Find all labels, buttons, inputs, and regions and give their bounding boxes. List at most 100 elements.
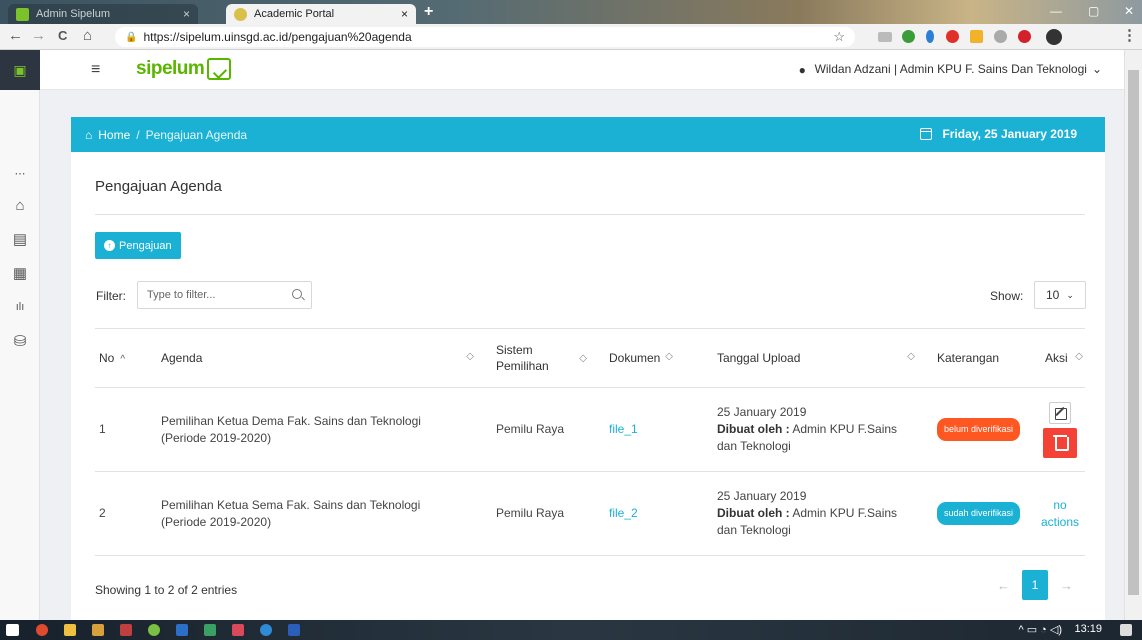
academic-favicon-icon: [234, 7, 247, 21]
more-icon[interactable]: ⋯: [11, 164, 29, 182]
brand-icon[interactable]: ▣: [0, 50, 40, 90]
chart-icon[interactable]: ılı: [11, 298, 29, 316]
app-icon[interactable]: [120, 624, 132, 636]
document-link[interactable]: file_1: [609, 422, 638, 436]
agenda-table: No ^ Agenda ◇ Sistem Pemilihan ◇ Dokumen ◇ T…: [95, 328, 1085, 556]
page-1-button[interactable]: 1: [1022, 570, 1048, 600]
minimize-button[interactable]: —: [1050, 4, 1062, 18]
app-icon[interactable]: [204, 624, 216, 636]
clipboard-icon[interactable]: ▤: [11, 230, 29, 248]
tab-close-icon[interactable]: ×: [183, 7, 190, 21]
user-menu[interactable]: ● Wildan Adzani | Admin KPU F. Sains Dan…: [799, 62, 1102, 77]
windows-start-icon[interactable]: [6, 624, 19, 636]
tab-close-icon[interactable]: ×: [401, 7, 408, 21]
maximize-button[interactable]: ▢: [1088, 4, 1099, 18]
filter-input[interactable]: [137, 281, 312, 309]
vertical-scrollbar[interactable]: [1124, 50, 1142, 620]
photoshop-icon[interactable]: [176, 624, 188, 636]
column-header-keterangan: Katerangan: [923, 328, 1035, 388]
filter-label: Filter:: [96, 289, 126, 303]
table-row: 2 Pemilihan Ketua Sema Fak. Sains dan Te…: [95, 471, 1085, 556]
cell-tanggal: 25 January 2019 Dibuat oleh : Admin KPU …: [703, 471, 923, 556]
cell-agenda: Pemilihan Ketua Dema Fak. Sains dan Tekn…: [147, 387, 482, 472]
column-header-sistem[interactable]: Sistem Pemilihan ◇: [482, 328, 595, 388]
date-text: Friday, 25 January 2019: [942, 127, 1077, 141]
taskbar: ^ ▭ ◔ ◁) 13:19: [0, 620, 1142, 640]
bookmark-star-icon[interactable]: ☆: [833, 29, 845, 45]
page-title: Pengajuan Agenda: [95, 178, 222, 195]
cell-aksi: [1035, 387, 1085, 472]
breadcrumb-home[interactable]: Home: [98, 128, 130, 142]
header-label: No: [99, 351, 115, 365]
edit-button[interactable]: [1049, 401, 1071, 424]
column-header-no[interactable]: No ^: [95, 328, 147, 388]
clock[interactable]: 13:19: [1074, 623, 1102, 635]
extension-icon[interactable]: [926, 30, 934, 43]
table-header-row: No ^ Agenda ◇ Sistem Pemilihan ◇ Dokumen ◇ T…: [95, 328, 1085, 388]
chevron-down-icon: ⌄: [1066, 289, 1074, 300]
cell-dokumen: file_1: [595, 387, 703, 472]
calendar-icon[interactable]: ▦: [11, 264, 29, 282]
delete-button[interactable]: [1043, 427, 1077, 458]
app-logo[interactable]: sipelum: [136, 58, 232, 80]
forward-button[interactable]: →: [31, 28, 46, 44]
word-icon[interactable]: [288, 624, 300, 636]
chrome-icon[interactable]: [36, 624, 48, 636]
notification-icon[interactable]: [1120, 624, 1132, 636]
close-window-button[interactable]: ✕: [1124, 4, 1134, 18]
adblock-icon[interactable]: [946, 30, 959, 43]
browser-menu-icon[interactable]: ⋮: [1122, 28, 1137, 44]
table-row: 1 Pemilihan Ketua Dema Fak. Sains dan Te…: [95, 387, 1085, 472]
cell-keterangan: sudah diverifikasi: [923, 471, 1035, 556]
new-tab-button[interactable]: +: [424, 3, 433, 21]
tab-admin-sipelum[interactable]: Admin Sipelum ×: [8, 4, 198, 24]
column-header-tanggal[interactable]: Tanggal Upload ◇: [703, 328, 923, 388]
extension-icon[interactable]: [878, 32, 892, 42]
tab-academic-portal[interactable]: Academic Portal ×: [226, 4, 416, 24]
header-label: Tanggal Upload: [717, 351, 801, 365]
header-label: Katerangan: [937, 351, 1000, 365]
next-page-button[interactable]: →: [1060, 578, 1073, 593]
app-icon[interactable]: [232, 624, 244, 636]
extension-icon[interactable]: [1018, 30, 1031, 43]
hamburger-menu-icon[interactable]: ≡: [91, 61, 100, 79]
home-icon[interactable]: ⌂: [11, 196, 29, 214]
app-icon[interactable]: [148, 624, 160, 636]
logo-check-icon: [207, 58, 232, 80]
browser-toolbar: ← → C ⌂ 🔒 https://sipelum.uinsgd.ac.id/p…: [0, 24, 1142, 50]
scrollbar-thumb[interactable]: [1128, 70, 1139, 595]
reload-button[interactable]: C: [58, 28, 67, 44]
cell-aksi: no actions: [1035, 471, 1085, 556]
document-link[interactable]: file_2: [609, 506, 638, 520]
main-card: Pengajuan Agenda ↑ Pengajuan Filter: Sho…: [71, 152, 1105, 620]
file-explorer-icon[interactable]: [64, 624, 76, 636]
extension-icon[interactable]: [994, 30, 1007, 43]
pagination: ← 1 →: [985, 570, 1085, 600]
cell-tanggal: 25 January 2019 Dibuat oleh : Admin KPU …: [703, 387, 923, 472]
database-icon[interactable]: ⛁: [11, 332, 29, 350]
column-header-dokumen[interactable]: Dokumen ◇: [595, 328, 703, 388]
column-header-agenda[interactable]: Agenda ◇: [147, 328, 482, 388]
extension-icon[interactable]: [902, 30, 915, 43]
cell-sistem: Pemilu Raya: [482, 387, 595, 472]
page-size-select[interactable]: 10 ⌄: [1034, 281, 1086, 309]
drive-icon[interactable]: [970, 30, 983, 43]
home-button[interactable]: ⌂: [83, 28, 92, 44]
status-badge: sudah diverifikasi: [937, 502, 1021, 525]
upload-date: 25 January 2019: [717, 489, 807, 503]
profile-avatar-icon[interactable]: [1046, 29, 1062, 45]
cell-agenda: Pemilihan Ketua Sema Fak. Sains dan Tekn…: [147, 471, 482, 556]
app-icon[interactable]: [92, 624, 104, 636]
edge-icon[interactable]: [260, 624, 272, 636]
address-bar[interactable]: 🔒 https://sipelum.uinsgd.ac.id/pengajuan…: [115, 27, 855, 47]
chevron-down-icon: ⌄: [1091, 62, 1102, 76]
system-tray[interactable]: ^ ▭ ◔ ◁): [1019, 623, 1063, 636]
column-header-aksi[interactable]: Aksi ◇: [1035, 328, 1085, 388]
prev-page-button[interactable]: ←: [997, 578, 1010, 593]
home-icon: ⌂: [85, 127, 93, 142]
search-icon: [292, 289, 302, 299]
pengajuan-button[interactable]: ↑ Pengajuan: [95, 232, 181, 259]
sipelum-favicon-icon: [16, 7, 29, 21]
cell-keterangan: belum diverifikasi: [923, 387, 1035, 472]
back-button[interactable]: ←: [8, 28, 23, 44]
